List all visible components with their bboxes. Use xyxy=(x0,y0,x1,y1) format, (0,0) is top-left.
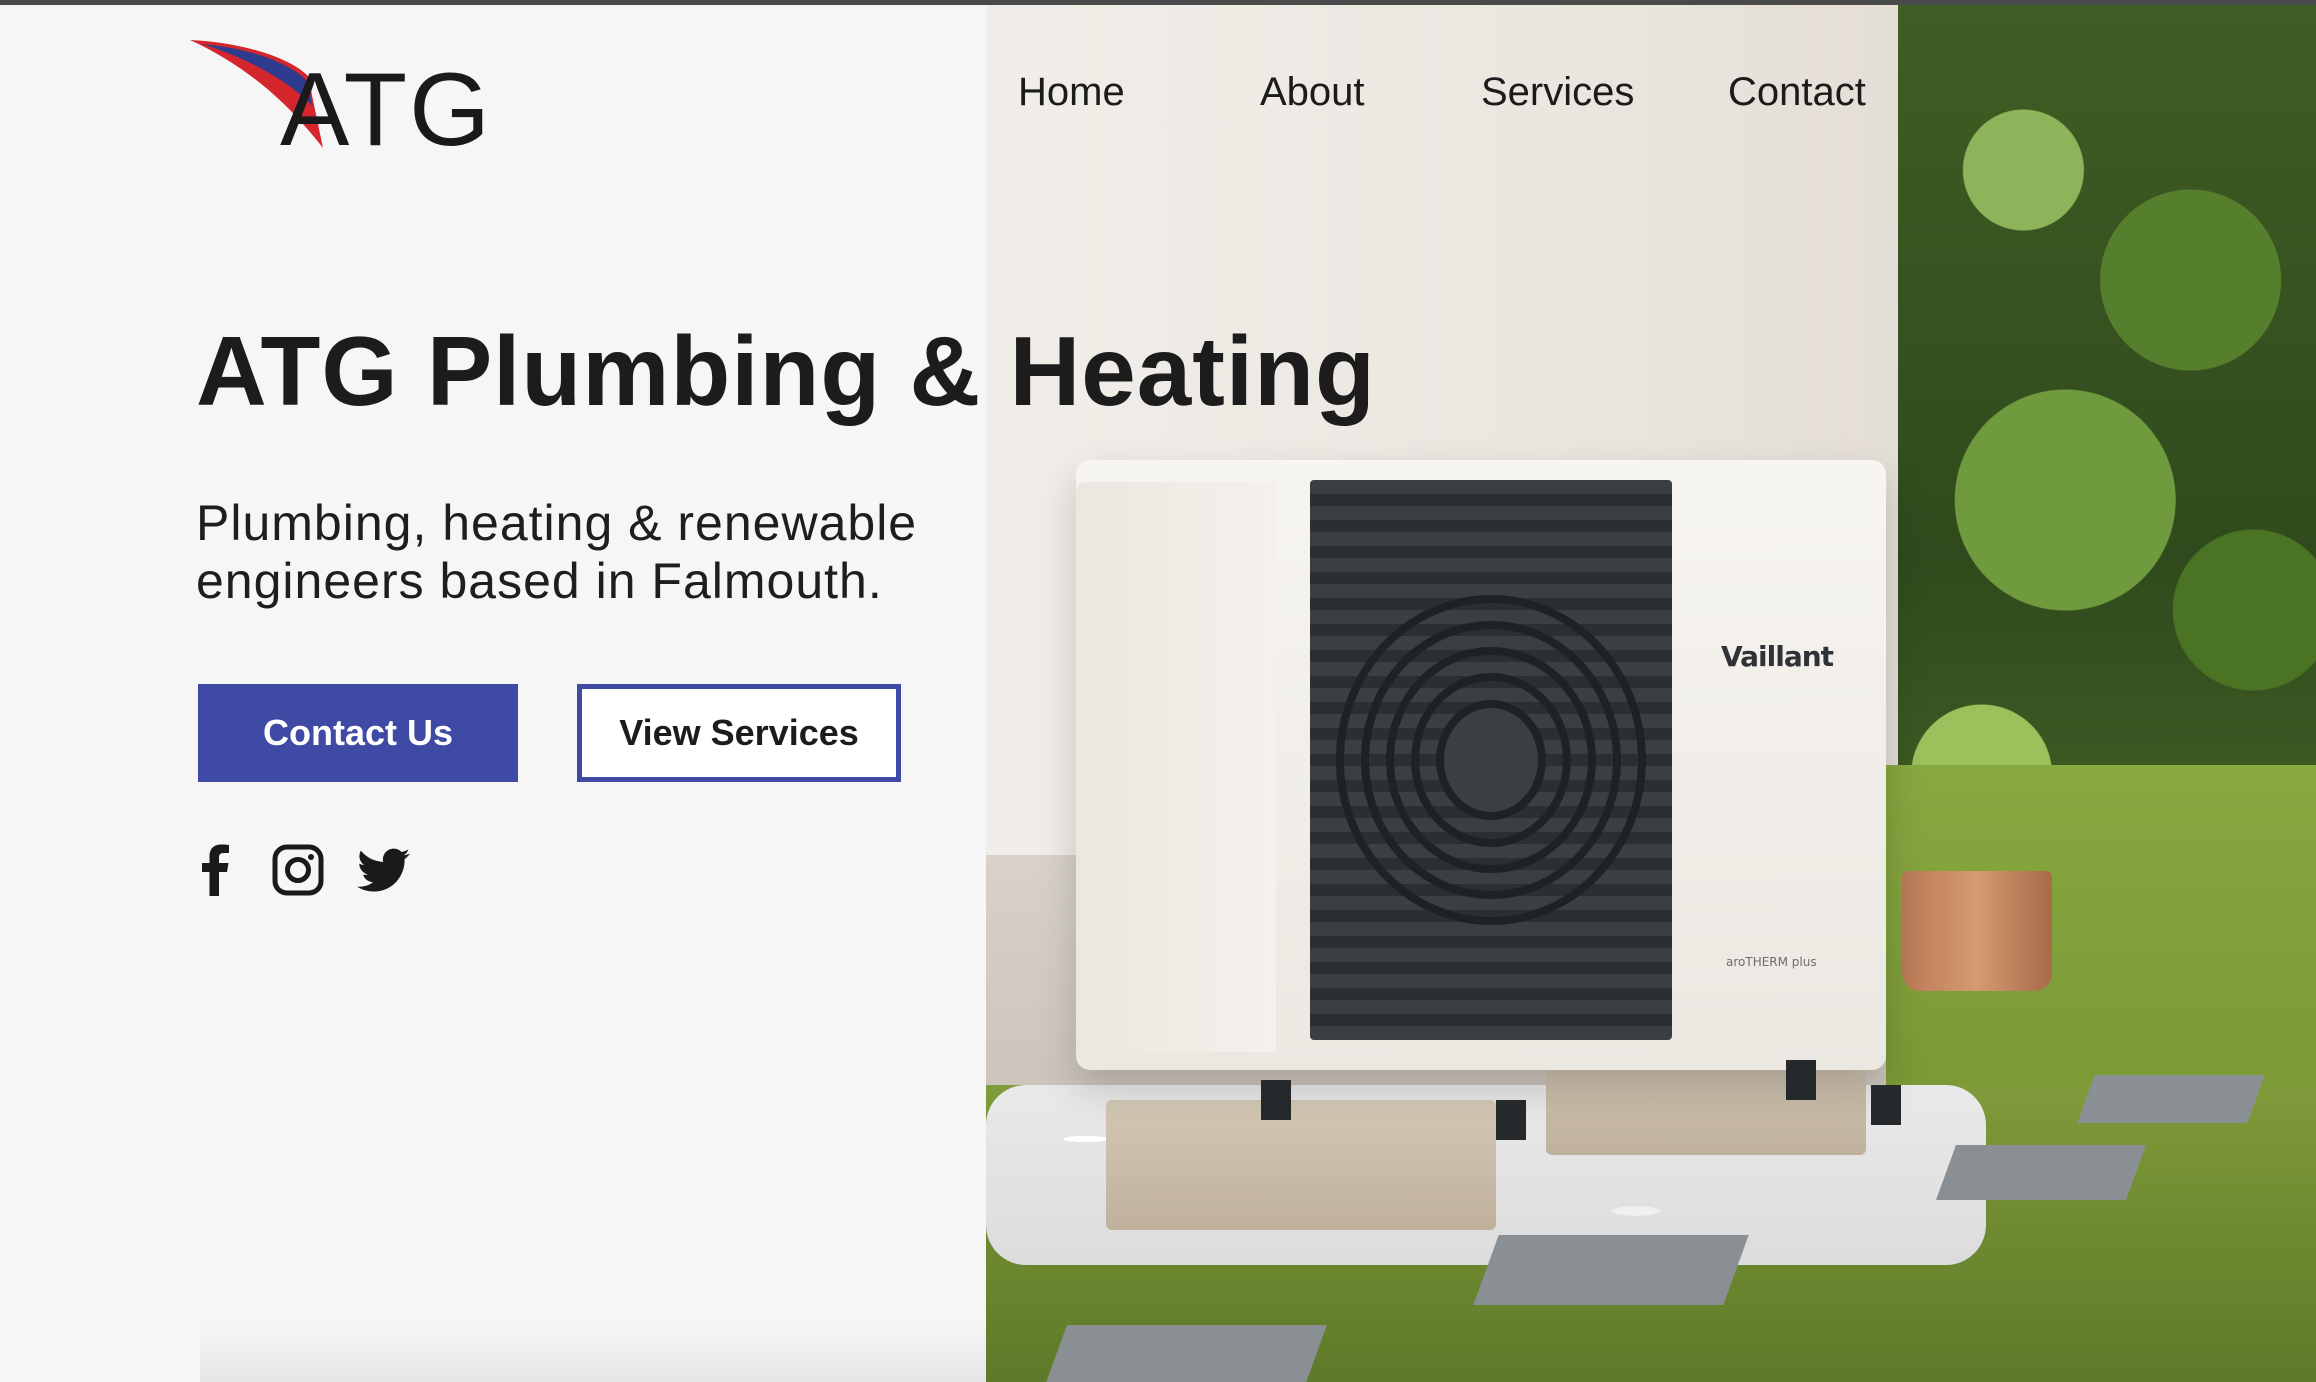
photo-stepping-stone xyxy=(1473,1235,1749,1305)
panel-shadow xyxy=(200,1322,986,1382)
photo-stepping-stone xyxy=(1935,1145,2147,1200)
window-top-border xyxy=(0,0,2316,5)
twitter-icon[interactable] xyxy=(356,842,412,898)
heat-pump-foot xyxy=(1786,1060,1816,1100)
heat-pump-foot xyxy=(1871,1085,1901,1125)
photo-stepping-stone xyxy=(2077,1075,2265,1123)
photo-plant-pot xyxy=(1902,871,2052,991)
heat-pump-foot xyxy=(1261,1080,1291,1120)
facebook-icon[interactable] xyxy=(188,842,244,898)
instagram-icon[interactable] xyxy=(270,842,326,898)
contact-us-button[interactable]: Contact Us xyxy=(198,684,518,782)
site-logo[interactable]: ATG xyxy=(188,36,548,162)
hero-subtitle-line: engineers based in Falmouth. xyxy=(196,553,883,609)
hero-title: ATG Plumbing & Heating xyxy=(196,316,1376,426)
photo-stepping-stone xyxy=(1045,1325,1327,1382)
product-model-label: aroTHERM plus xyxy=(1726,955,1817,969)
nav-contact-link[interactable]: Contact xyxy=(1728,70,1866,115)
hero-subtitle-line: Plumbing, heating & renewable xyxy=(196,495,918,551)
nav-about-link[interactable]: About xyxy=(1260,70,1365,115)
hero-subtitle: Plumbing, heating & renewable engineers … xyxy=(196,494,1016,610)
heat-pump-side xyxy=(1076,482,1276,1052)
heat-pump-foot xyxy=(1496,1100,1526,1140)
nav-services-link[interactable]: Services xyxy=(1481,70,1634,115)
heat-pump-unit: Vaillant aroTHERM plus xyxy=(1076,460,1901,1140)
logo-text: ATG xyxy=(280,52,493,168)
view-services-button[interactable]: View Services xyxy=(577,684,901,782)
product-brand-label: Vaillant xyxy=(1721,640,1834,673)
fan-hub xyxy=(1436,700,1546,820)
nav-home-link[interactable]: Home xyxy=(1018,70,1125,115)
heat-pump-grille xyxy=(1310,480,1672,1040)
photo-concrete-block xyxy=(1106,1100,1496,1230)
hero-photo-heat-pump: Vaillant aroTHERM plus xyxy=(986,5,2316,1382)
